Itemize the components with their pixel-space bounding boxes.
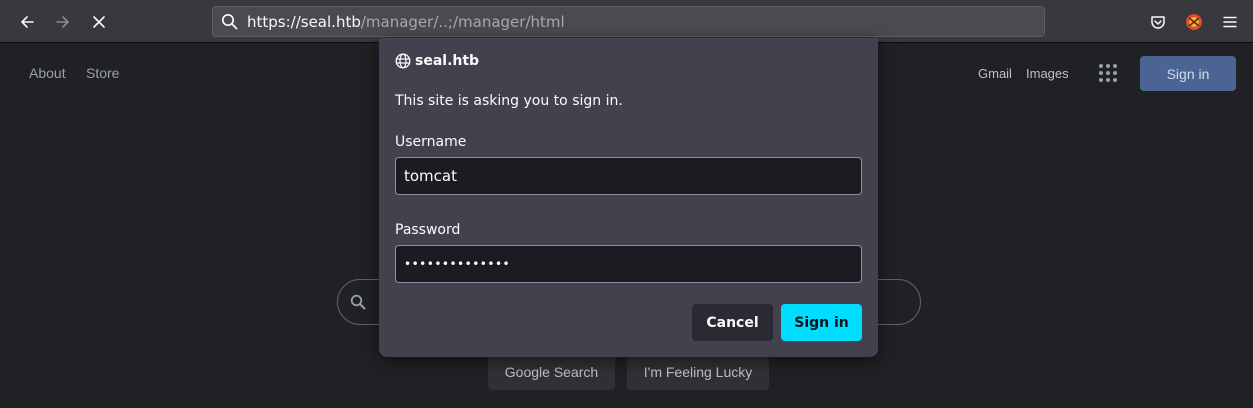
dialog-host-label: seal.htb: [415, 53, 480, 69]
url-bar[interactable]: https://seal.htb/manager/..;/manager/htm…: [212, 6, 1045, 37]
sign-in-button[interactable]: Sign in: [781, 304, 862, 341]
store-link[interactable]: Store: [86, 65, 119, 81]
back-button[interactable]: [13, 8, 41, 36]
about-link[interactable]: About: [29, 65, 66, 81]
stop-button[interactable]: [85, 8, 113, 36]
google-search-button[interactable]: Google Search: [488, 354, 615, 390]
hamburger-menu-icon: [1223, 16, 1237, 28]
browser-toolbar: https://seal.htb/manager/..;/manager/htm…: [0, 0, 1253, 43]
extension-button[interactable]: [1180, 8, 1208, 36]
password-label: Password: [395, 222, 461, 238]
search-icon: [221, 13, 238, 30]
pocket-icon: [1151, 16, 1165, 29]
extension-icon: [1186, 14, 1202, 30]
dialog-host: seal.htb: [395, 53, 479, 69]
username-label: Username: [395, 134, 467, 150]
page-sign-in-button[interactable]: Sign in: [1140, 56, 1236, 91]
password-value: ••••••••••••••: [404, 257, 511, 271]
url-host: https://seal.htb: [247, 13, 361, 31]
password-field[interactable]: ••••••••••••••: [395, 245, 862, 283]
username-value: tomcat: [404, 167, 457, 185]
globe-icon: [395, 53, 411, 69]
url-path: /manager/..;/manager/html: [360, 13, 565, 31]
dialog-message: This site is asking you to sign in.: [395, 93, 623, 109]
search-icon: [350, 294, 366, 310]
url-text[interactable]: https://seal.htb/manager/..;/manager/htm…: [247, 13, 565, 31]
forward-button[interactable]: [49, 8, 77, 36]
menu-button[interactable]: [1216, 8, 1244, 36]
feeling-lucky-button[interactable]: I'm Feeling Lucky: [627, 354, 769, 390]
apps-grid-icon[interactable]: [1099, 64, 1117, 82]
cancel-button[interactable]: Cancel: [692, 304, 773, 341]
auth-dialog: seal.htb This site is asking you to sign…: [379, 38, 878, 357]
forward-arrow-icon: [56, 16, 69, 28]
images-link[interactable]: Images: [1026, 66, 1069, 81]
gmail-link[interactable]: Gmail: [978, 66, 1012, 81]
back-arrow-icon: [21, 16, 34, 28]
username-field[interactable]: tomcat: [395, 157, 862, 195]
close-icon: [93, 16, 105, 28]
pocket-button[interactable]: [1144, 8, 1172, 36]
